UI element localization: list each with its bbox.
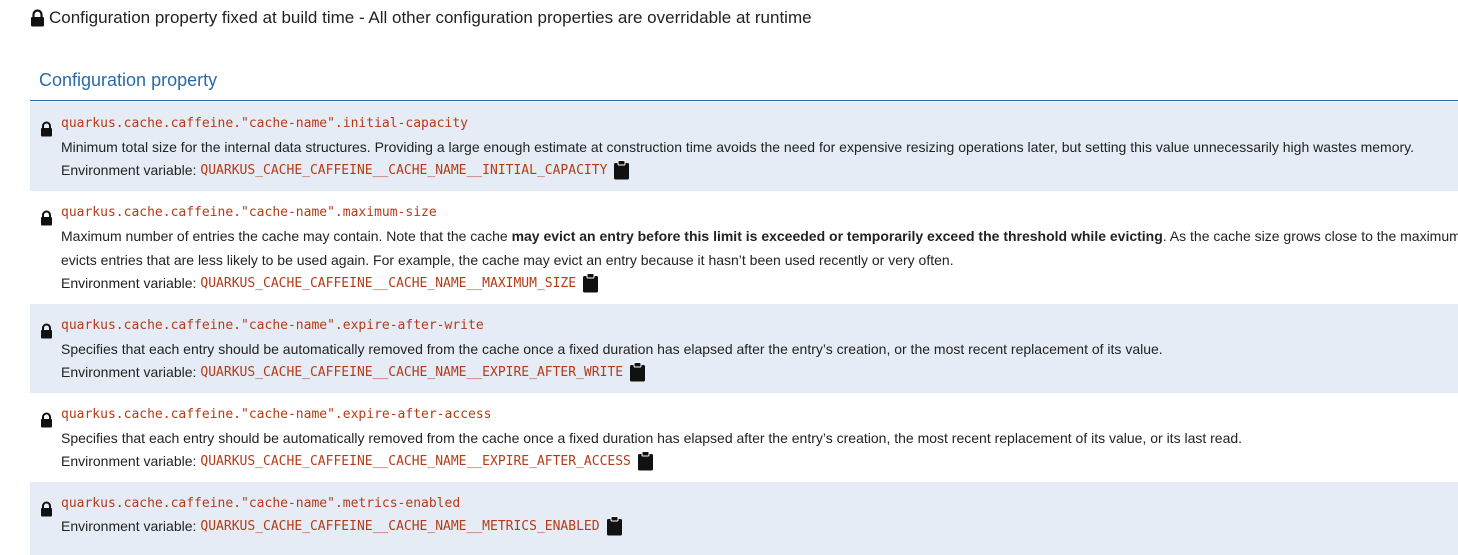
env-variable-name: QUARKUS_CACHE_CAFFEINE__CACHE_NAME__METR… <box>200 518 600 534</box>
description-text: . As the cache size grows close to the m… <box>1162 228 1458 244</box>
clipboard-icon[interactable] <box>637 451 654 471</box>
clipboard-icon[interactable] <box>613 160 630 180</box>
environment-variable: Environment variable: QUARKUS_CACHE_CAFF… <box>61 451 654 471</box>
property-name: quarkus.cache.caffeine."cache-name".metr… <box>61 496 461 511</box>
env-label: Environment variable: <box>61 518 197 534</box>
lock-icon <box>40 323 53 339</box>
env-variable-name: QUARKUS_CACHE_CAFFEINE__CACHE_NAME__EXPI… <box>200 364 624 380</box>
config-row-initial-capacity: quarkus.cache.caffeine."cache-name".init… <box>30 102 1458 191</box>
property-name: quarkus.cache.caffeine."cache-name".expi… <box>61 407 492 422</box>
clipboard-icon[interactable] <box>606 516 623 536</box>
env-label: Environment variable: <box>61 453 197 469</box>
clipboard-icon[interactable] <box>582 273 599 293</box>
config-row-maximum-size: quarkus.cache.caffeine."cache-name".maxi… <box>30 191 1458 304</box>
property-description: Maximum number of entries the cache may … <box>61 224 1458 248</box>
config-row-expire-after-access: quarkus.cache.caffeine."cache-name".expi… <box>30 393 1458 482</box>
clipboard-icon[interactable] <box>629 362 646 382</box>
env-variable-name: QUARKUS_CACHE_CAFFEINE__CACHE_NAME__MAXI… <box>200 275 577 291</box>
legend-text: Configuration property fixed at build ti… <box>49 8 812 27</box>
lock-icon <box>40 501 53 517</box>
environment-variable: Environment variable: QUARKUS_CACHE_CAFF… <box>61 516 623 536</box>
lock-icon <box>30 9 45 27</box>
environment-variable: Environment variable: QUARKUS_CACHE_CAFF… <box>61 160 630 180</box>
env-variable-name: QUARKUS_CACHE_CAFFEINE__CACHE_NAME__EXPI… <box>200 453 631 469</box>
environment-variable: Environment variable: QUARKUS_CACHE_CAFF… <box>61 273 599 293</box>
property-name: quarkus.cache.caffeine."cache-name".expi… <box>61 318 484 333</box>
lock-icon <box>40 210 53 226</box>
property-name: quarkus.cache.caffeine."cache-name".maxi… <box>61 205 437 220</box>
env-label: Environment variable: <box>61 162 197 178</box>
lock-icon <box>40 412 53 428</box>
property-name: quarkus.cache.caffeine."cache-name".init… <box>61 116 468 131</box>
build-time-legend: Configuration property fixed at build ti… <box>30 7 812 29</box>
property-description-line2: evicts entries that are less likely to b… <box>61 252 954 268</box>
column-header-configuration-property: Configuration property <box>39 70 218 90</box>
config-row-expire-after-write: quarkus.cache.caffeine."cache-name".expi… <box>30 304 1458 393</box>
env-label: Environment variable: <box>61 275 197 291</box>
property-description: Specifies that each entry should be auto… <box>61 430 1243 446</box>
table-header: Configuration property <box>30 62 1458 101</box>
config-row-metrics-enabled: quarkus.cache.caffeine."cache-name".metr… <box>30 482 1458 555</box>
env-variable-name: QUARKUS_CACHE_CAFFEINE__CACHE_NAME__INIT… <box>200 162 608 178</box>
property-description: Specifies that each entry should be auto… <box>61 341 1163 357</box>
description-emphasis: may evict an entry before this limit is … <box>511 228 1163 244</box>
lock-icon <box>40 121 53 137</box>
property-description: Minimum total size for the internal data… <box>61 139 1414 155</box>
environment-variable: Environment variable: QUARKUS_CACHE_CAFF… <box>61 362 646 382</box>
description-text: Maximum number of entries the cache may … <box>61 228 512 244</box>
env-label: Environment variable: <box>61 364 197 380</box>
